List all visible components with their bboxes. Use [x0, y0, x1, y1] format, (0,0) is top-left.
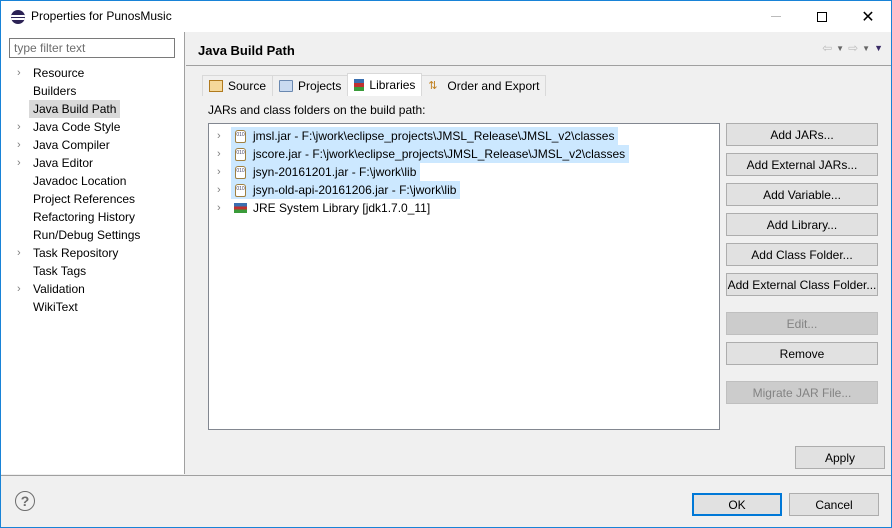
chevron-right-icon[interactable]: ›	[17, 244, 27, 262]
sidebar-item-java-build-path[interactable]: Java Build Path	[1, 100, 185, 118]
chevron-right-icon[interactable]: ›	[217, 127, 221, 145]
ok-button[interactable]: OK	[692, 493, 782, 516]
library-item[interactable]: › JRE System Library [jdk1.7.0_11]	[209, 199, 719, 217]
remove-button[interactable]: Remove	[726, 342, 878, 365]
library-item[interactable]: › jsyn-old-api-20161206.jar - F:\jwork\l…	[209, 181, 719, 199]
chevron-right-icon[interactable]: ›	[217, 199, 221, 217]
close-button[interactable]: ✕	[845, 1, 891, 32]
page-title: Java Build Path	[198, 43, 295, 58]
add-library-button[interactable]: Add Library...	[726, 213, 878, 236]
sidebar-item-task-repository[interactable]: › Task Repository	[1, 244, 185, 262]
chevron-right-icon[interactable]: ›	[17, 154, 27, 172]
sidebar-tree: › Resource Builders Java Build Path › Java…	[1, 64, 185, 316]
library-item[interactable]: › jmsl.jar - F:\jwork\eclipse_projects\J…	[209, 127, 719, 145]
libraries-tab-content: JARs and class folders on the build path…	[202, 96, 887, 471]
page-navigation: ⇦ ▼ ⇨ ▼ ▼	[822, 41, 883, 55]
sidebar: ›Resource Builders Java Build Path ›Java…	[1, 32, 185, 474]
chevron-right-icon[interactable]: ›	[17, 136, 27, 154]
sidebar-item-builders[interactable]: Builders	[1, 82, 185, 100]
chevron-right-icon[interactable]: ›	[17, 118, 27, 136]
libraries-list[interactable]: › jmsl.jar - F:\jwork\eclipse_projects\J…	[208, 123, 720, 430]
jar-icon: 010	[235, 148, 246, 161]
forward-dropdown-icon[interactable]: ▼	[862, 44, 870, 53]
add-jars-button[interactable]: Add JARs...	[726, 123, 878, 146]
sidebar-item-java-code-style[interactable]: › Java Code Style	[1, 118, 185, 136]
title-bar: Properties for PunosMusic ✕	[1, 1, 891, 32]
cancel-button[interactable]: Cancel	[789, 493, 879, 516]
sidebar-item-wikitext[interactable]: WikiText	[1, 298, 185, 316]
edit-button[interactable]: Edit...	[726, 312, 878, 335]
sidebar-item-run-debug-settings[interactable]: Run/Debug Settings	[1, 226, 185, 244]
eclipse-icon	[11, 10, 25, 24]
sidebar-item-validation[interactable]: › Validation	[1, 280, 185, 298]
back-arrow-icon[interactable]: ⇦	[822, 41, 832, 55]
jar-icon: 010	[235, 130, 246, 143]
sidebar-item-refactoring-history[interactable]: Refactoring History	[1, 208, 185, 226]
sidebar-item-java-compiler[interactable]: › Java Compiler	[1, 136, 185, 154]
close-icon: ✕	[861, 8, 875, 26]
libraries-icon	[354, 79, 365, 91]
source-folder-icon	[209, 80, 223, 92]
order-export-icon: ⇅	[428, 80, 438, 92]
sidebar-item-task-tags[interactable]: Task Tags	[1, 262, 185, 280]
tab-projects[interactable]: Projects	[272, 75, 349, 96]
chevron-right-icon[interactable]: ›	[17, 64, 27, 82]
chevron-right-icon[interactable]: ›	[217, 181, 221, 199]
view-menu-icon[interactable]: ▼	[874, 43, 883, 53]
minimize-icon	[771, 16, 781, 17]
help-icon[interactable]: ?	[15, 491, 35, 511]
jre-library-icon	[234, 203, 247, 213]
dialog-footer: ? OK Cancel	[1, 475, 891, 527]
add-variable-button[interactable]: Add Variable...	[726, 183, 878, 206]
maximize-icon	[817, 11, 827, 22]
tab-source[interactable]: Source	[202, 75, 274, 96]
sidebar-item-project-references[interactable]: Project References	[1, 190, 185, 208]
projects-folder-icon	[279, 80, 294, 92]
chevron-right-icon[interactable]: ›	[217, 145, 221, 163]
window-title: Properties for PunosMusic	[31, 9, 172, 23]
jar-icon: 010	[235, 166, 246, 179]
sidebar-item-javadoc-location[interactable]: Javadoc Location	[1, 172, 185, 190]
library-item[interactable]: › jsyn-20161201.jar - F:\jwork\lib 010	[209, 163, 719, 181]
migrate-jar-button[interactable]: Migrate JAR File...	[726, 381, 878, 404]
tab-order-and-export[interactable]: ⇅ Order and Export	[421, 75, 547, 96]
forward-arrow-icon[interactable]: ⇨	[848, 41, 858, 55]
main-panel: Java Build Path ⇦ ▼ ⇨ ▼ ▼ Source Project…	[186, 32, 891, 474]
filter-input[interactable]	[9, 38, 175, 58]
page-header: Java Build Path ⇦ ▼ ⇨ ▼ ▼	[186, 32, 891, 66]
minimize-button[interactable]	[753, 1, 799, 32]
add-class-folder-button[interactable]: Add Class Folder...	[726, 243, 878, 266]
chevron-right-icon[interactable]: ›	[217, 163, 221, 181]
jar-icon: 010	[235, 184, 246, 197]
library-item[interactable]: › jscore.jar - F:\jwork\eclipse_projects…	[209, 145, 719, 163]
add-external-jars-button[interactable]: Add External JARs...	[726, 153, 878, 176]
maximize-button[interactable]	[799, 1, 845, 32]
back-dropdown-icon[interactable]: ▼	[836, 44, 844, 53]
chevron-right-icon[interactable]: ›	[17, 280, 27, 298]
sidebar-item-java-editor[interactable]: › Java Editor	[1, 154, 185, 172]
tab-bar: Source Projects Libraries ⇅ Order and Exp…	[202, 73, 547, 96]
tab-libraries[interactable]: Libraries	[347, 73, 423, 96]
apply-button[interactable]: Apply	[795, 446, 885, 469]
sidebar-item-resource[interactable]: › Resource	[1, 64, 185, 82]
section-label: JARs and class folders on the build path…	[208, 103, 426, 117]
add-external-class-folder-button[interactable]: Add External Class Folder...	[726, 273, 878, 296]
properties-dialog: Properties for PunosMusic ✕ ›Resource Bu…	[0, 0, 892, 528]
